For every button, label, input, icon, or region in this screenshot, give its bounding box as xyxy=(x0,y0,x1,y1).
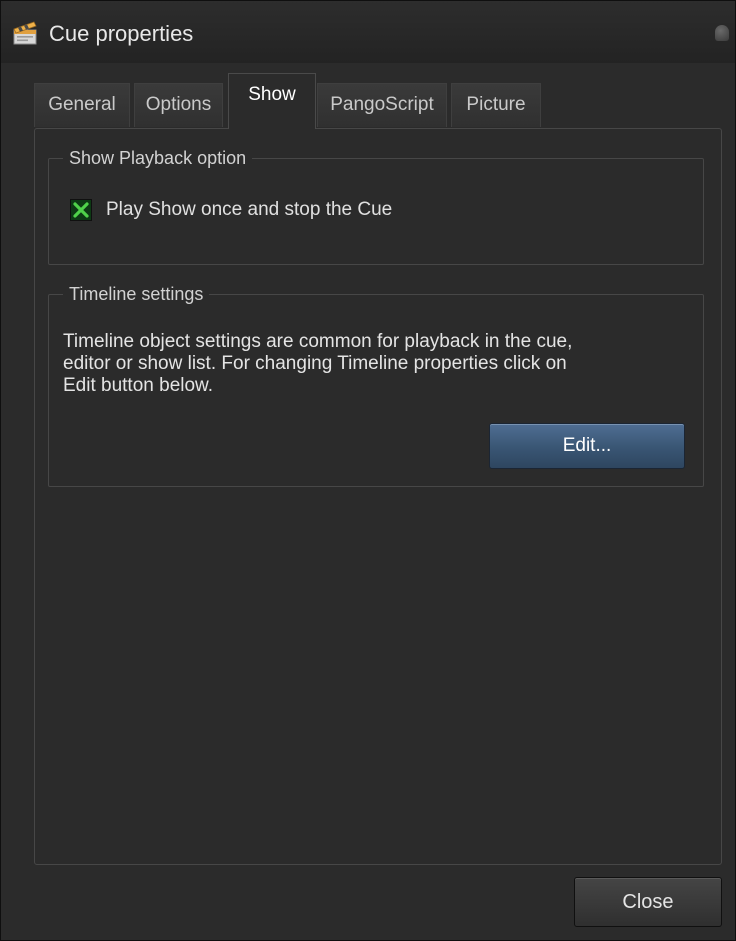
tab-show[interactable]: Show xyxy=(228,73,316,129)
close-button[interactable]: Close xyxy=(574,877,722,927)
edit-timeline-button[interactable]: Edit... xyxy=(489,423,685,469)
timeline-description-line: Timeline object settings are common for … xyxy=(63,331,573,352)
tab-pangoscript[interactable]: PangoScript xyxy=(317,83,447,127)
window-title: Cue properties xyxy=(49,21,194,46)
tab-options[interactable]: Options xyxy=(134,83,223,127)
clapperboard-icon xyxy=(13,21,37,45)
title-bar[interactable]: Cue properties xyxy=(1,1,735,63)
timeline-description: Timeline object settings are common for … xyxy=(63,331,683,397)
tab-picture[interactable]: Picture xyxy=(451,83,541,127)
play-once-label[interactable]: Play Show once and stop the Cue xyxy=(106,198,392,222)
play-once-checkbox[interactable] xyxy=(70,199,92,221)
timeline-description-line: editor or show list. For changing Timeli… xyxy=(63,353,567,374)
check-x-icon xyxy=(73,202,89,218)
timeline-settings-legend: Timeline settings xyxy=(63,282,210,306)
tab-general[interactable]: General xyxy=(34,83,130,127)
show-playback-legend: Show Playback option xyxy=(63,146,253,170)
cue-properties-window: Cue properties General Options Picture P… xyxy=(0,0,736,941)
timeline-description-line: Edit button below. xyxy=(63,375,213,396)
window-control-knob[interactable] xyxy=(715,25,729,41)
